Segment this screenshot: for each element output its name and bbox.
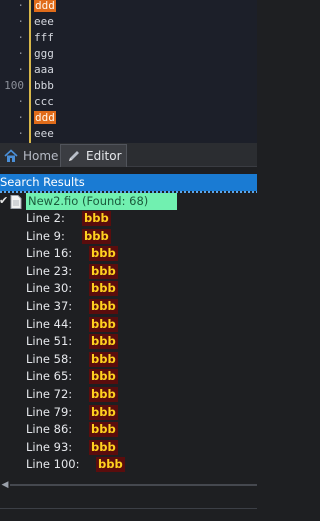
result-row[interactable]: Line 30: bbb — [26, 280, 257, 297]
checkmark-icon: ✔ — [0, 194, 9, 207]
line-number: · — [17, 31, 24, 44]
result-match-text: bbb — [89, 281, 118, 297]
tab-bar: Home Editor — [0, 143, 257, 167]
result-match-text: bbb — [89, 387, 118, 402]
code-line[interactable]: ddd — [32, 0, 56, 14]
result-match-text: bbb — [89, 369, 118, 385]
line-number: · — [17, 63, 24, 76]
result-match-text: bbb — [89, 316, 118, 332]
panel-bottom-divider — [0, 508, 257, 509]
result-row[interactable]: Line 51: bbb — [26, 333, 257, 350]
code-text: fff — [34, 31, 54, 44]
result-line-number: Line 37: — [26, 299, 73, 313]
result-match-text: bbb — [89, 246, 118, 262]
results-tree[interactable]: ✔ New2.fio (Found: 68) Line 2: bbb Line 9:… — [0, 192, 257, 497]
result-match-text: bbb — [89, 422, 118, 438]
code-text: eee — [34, 127, 54, 140]
result-match-text: bbb — [89, 351, 118, 367]
home-icon — [3, 148, 19, 164]
file-node-label[interactable]: New2.fio (Found: 68) — [26, 193, 177, 210]
result-row[interactable]: Line 72: bbb — [26, 386, 257, 403]
code-line[interactable]: fff — [32, 30, 54, 46]
result-match-text: bbb — [96, 457, 125, 473]
result-match-text: bbb — [89, 439, 118, 455]
result-line-number: Line 79: — [26, 404, 73, 419]
result-line-number: Line 2: — [26, 211, 65, 225]
result-line-number: Line 58: — [26, 351, 73, 366]
result-line-number: Line 51: — [26, 334, 73, 349]
result-row[interactable]: Line 2: bbb — [26, 210, 257, 227]
line-number: · — [17, 47, 24, 60]
result-line-number: Line 72: — [26, 387, 73, 401]
code-line[interactable]: ggg — [32, 46, 54, 62]
code-line[interactable]: ccc — [32, 94, 54, 110]
result-line-number: Line 16: — [26, 246, 73, 261]
code-line[interactable]: eee — [32, 14, 54, 30]
code-line[interactable]: eee — [32, 126, 54, 142]
result-line-number: Line 65: — [26, 369, 73, 384]
result-row[interactable]: Line 93: bbb — [26, 439, 257, 456]
editor-text-area[interactable]: dddeeefffgggaaabbbcccdddeeefff — [32, 0, 257, 143]
result-line-number: Line 93: — [26, 439, 73, 454]
line-number-gutter: ·····100···· — [0, 0, 28, 143]
highlighted-match: ddd — [34, 111, 56, 124]
result-row[interactable]: Line 100: bbb — [26, 456, 257, 473]
result-row[interactable]: Line 44: bbb — [26, 316, 257, 333]
result-match-text: bbb — [89, 334, 118, 350]
scroll-track[interactable] — [10, 484, 257, 486]
code-text: bbb — [34, 79, 54, 92]
result-match-text: bbb — [89, 299, 118, 314]
line-number: · — [17, 0, 24, 12]
code-text: ggg — [34, 47, 54, 60]
line-number: · — [17, 15, 24, 28]
search-results-title[interactable]: Search Results — [0, 174, 257, 193]
result-line-number: Line 30: — [26, 281, 73, 296]
document-icon — [10, 194, 22, 209]
pencil-icon — [66, 148, 82, 164]
result-row[interactable]: Line 65: bbb — [26, 368, 257, 385]
result-row[interactable]: Line 9: bbb — [26, 228, 257, 245]
result-row[interactable]: Line 58: bbb — [26, 351, 257, 368]
result-line-number: Line 9: — [26, 228, 65, 243]
result-match-text: bbb — [89, 404, 118, 420]
tab-home-label: Home — [23, 148, 59, 163]
code-editor[interactable]: ·····100···· dddeeefffgggaaabbbcccdddeee… — [0, 0, 257, 143]
code-line[interactable]: aaa — [32, 62, 54, 78]
result-row[interactable]: Line 79: bbb — [26, 404, 257, 421]
code-line[interactable]: ddd — [32, 110, 56, 126]
file-node[interactable]: ✔ New2.fio (Found: 68) — [0, 193, 257, 210]
code-text: eee — [34, 15, 54, 28]
result-match-text: bbb — [82, 211, 111, 226]
result-line-number: Line 100: — [26, 457, 80, 472]
result-line-number: Line 86: — [26, 422, 73, 437]
search-results-panel: Search Results ✔ New2.fio (Found: 68) Li… — [0, 167, 257, 521]
result-row[interactable]: Line 37: bbb — [26, 298, 257, 315]
line-number: · — [17, 111, 24, 124]
highlighted-match: ddd — [34, 0, 56, 12]
change-marker-bar — [29, 0, 31, 143]
result-row[interactable]: Line 23: bbb — [26, 263, 257, 280]
tab-editor-label: Editor — [86, 149, 122, 163]
line-number: · — [17, 95, 24, 108]
scroll-left-arrow-icon[interactable]: ◀ — [0, 478, 10, 492]
tab-editor[interactable]: Editor — [60, 144, 127, 167]
horizontal-scrollbar[interactable]: ◀ — [0, 478, 257, 492]
line-number: 100 — [4, 79, 24, 92]
line-number: · — [17, 127, 24, 140]
result-match-text: bbb — [89, 263, 118, 279]
result-row[interactable]: Line 16: bbb — [26, 245, 257, 262]
tab-home[interactable]: Home — [0, 144, 58, 167]
code-text: aaa — [34, 63, 54, 76]
result-match-text: bbb — [82, 228, 111, 244]
result-line-number: Line 44: — [26, 316, 73, 331]
result-row[interactable]: Line 86: bbb — [26, 421, 257, 438]
code-text: ccc — [34, 95, 54, 108]
panel-title-label: Search Results — [0, 175, 85, 189]
code-line[interactable]: bbb — [32, 78, 54, 94]
app-window: ·····100···· dddeeefffgggaaabbbcccdddeee… — [0, 0, 257, 521]
result-line-number: Line 23: — [26, 263, 73, 278]
